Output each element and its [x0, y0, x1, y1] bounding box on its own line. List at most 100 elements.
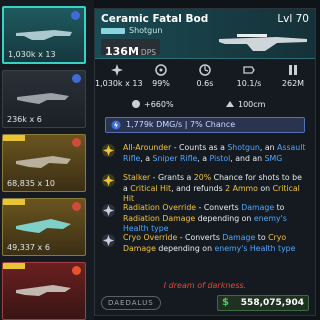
perk-text: All-Arounder - Counts as a Shotgun, an A… [123, 143, 309, 164]
weapon-header: Ceramic Fatal Bod Lvl 70 Shotgun 136M DPS [95, 9, 315, 59]
weapon-preview-icon [219, 34, 307, 51]
element-icon [72, 74, 81, 83]
stat-value: 1,030k x 13 [95, 79, 143, 88]
stat-firerate: 10.1/s [227, 63, 271, 88]
damage-icon [111, 64, 123, 76]
weapon-level: Lvl 70 [277, 13, 309, 25]
element-damage-text: 1,779k DMG/s | 7% Chance [126, 120, 236, 129]
weapon-card[interactable]: 236k x 6 [2, 70, 86, 128]
dps-unit: DPS [140, 48, 156, 57]
perk-text-segment: - Converts [196, 203, 242, 212]
weapon-stats: 1,030k x 13 99% 0.6s 10.1/s 262M [95, 63, 315, 103]
modifier-value: +660% [144, 100, 174, 109]
stat-damage: 1,030k x 13 [95, 63, 143, 88]
perk-text-segment: Critical Hit [130, 183, 172, 193]
perk-text-segment: 20% [193, 173, 212, 182]
perk-text-segment: Damage [241, 203, 275, 212]
perk-text-segment: to [274, 203, 285, 212]
lightning-icon [111, 120, 121, 130]
firerate-icon [243, 66, 255, 74]
radiation-override-icon [102, 204, 115, 217]
element-damage-bar: 1,779k DMG/s | 7% Chance [105, 117, 305, 133]
all-arounder-icon [102, 144, 115, 157]
perk-text-segment: - Converts [177, 233, 223, 242]
perk-text-segment: , and an [230, 153, 265, 163]
perk-text-segment: enemy's Health type [214, 243, 296, 253]
element-icon [71, 11, 80, 20]
weapon-card[interactable]: 49,337 x 6 [2, 198, 86, 256]
card-stat: 49,337 x 6 [7, 243, 50, 252]
perk-text-segment: Pistol [209, 153, 231, 163]
perk-text-segment: , an [259, 143, 278, 152]
weapon-thumbnail-icon [16, 285, 71, 296]
perk-text-segment: Sniper Rifle [152, 153, 198, 163]
card-stat: 68,835 x 10 [7, 179, 55, 188]
magazine-icon [289, 65, 297, 75]
perk-title: All-Arounder [123, 143, 172, 152]
stat-magazine: 262M [271, 63, 315, 88]
perk-text-segment: depending on [195, 213, 254, 223]
stat-value: 262M [281, 79, 305, 88]
stat-value: 99% [152, 79, 170, 88]
stat-accuracy: 99% [139, 63, 183, 88]
perk-text-segment: depending on [155, 243, 215, 253]
stalker-icon [102, 174, 115, 187]
perk-title: Radiation Override [123, 203, 197, 212]
cryo-override-icon [102, 234, 115, 247]
card-stat: 1,030k x 13 [8, 50, 56, 59]
stat-value: 10.1/s [236, 79, 262, 88]
weapon-type: Shotgun [129, 26, 163, 35]
flavor-text: I dream of darkness. [163, 281, 247, 290]
manufacturer-logo: DAEDALUS [101, 296, 161, 310]
weapon-thumbnail-icon [17, 93, 69, 104]
rarity-ribbon [3, 263, 25, 269]
card-stat: 236k x 6 [7, 115, 42, 124]
perk-text-segment: on [257, 183, 273, 193]
perk-text-segment: 2 Ammo [225, 183, 258, 193]
weapon-thumbnail-icon [16, 219, 71, 233]
dps-value: 136M [105, 45, 139, 58]
price-value: 558,075,904 [240, 298, 304, 308]
weapon-card[interactable] [2, 262, 86, 320]
reload-icon [199, 64, 211, 76]
price-box[interactable]: $ 558,075,904 [217, 295, 309, 311]
rarity-ribbon [3, 199, 25, 205]
element-icon [72, 266, 81, 275]
weapon-detail-panel: Ceramic Fatal Bod Lvl 70 Shotgun 136M DPS… [94, 8, 316, 316]
perk-text-segment: - Grants a [150, 173, 194, 182]
dps-badge: 136M DPS [101, 39, 160, 58]
perk-text-segment: , a [197, 153, 210, 163]
perk-title: Cryo Override [123, 233, 178, 242]
weapon-name: Ceramic Fatal Bod [101, 13, 209, 25]
perk-text: Stalker - Grants a 20% Chance for shots … [123, 173, 309, 205]
currency-icon: $ [222, 297, 229, 308]
weapon-thumbnail-icon [16, 156, 71, 168]
perk-text-segment: Radiation Damage [123, 213, 196, 223]
perk-text-segment: , and refunds [171, 183, 226, 193]
accuracy-icon [155, 64, 167, 76]
modifier-value: 100cm [238, 100, 266, 109]
perk-text-segment: Damage [222, 233, 256, 242]
panel-footer: DAEDALUS $ 558,075,904 [95, 293, 315, 315]
weapon-modifiers: +660% 100cm [95, 99, 315, 115]
crit-icon [132, 100, 140, 108]
weapon-card[interactable]: 68,835 x 10 [2, 134, 86, 192]
weapon-thumbnail-icon [16, 30, 72, 40]
perk-text-segment: to [255, 233, 269, 242]
stat-reload: 0.6s [183, 63, 227, 88]
inventory-list: 1,030k x 13 236k x 6 68,835 x 10 49,337 … [0, 0, 94, 320]
perk-text: Cryo Override - Converts Damage to Cryo … [123, 233, 309, 254]
perk-description: - Grants a 20% Chance for shots to be a … [123, 173, 302, 203]
perk-text-segment: Shotgun [227, 143, 260, 152]
shotgun-type-icon [101, 28, 125, 34]
rarity-ribbon [3, 135, 25, 141]
perk-text: Radiation Override - Converts Damage to … [123, 203, 309, 235]
range-icon [226, 101, 234, 107]
perk-text-segment: , a [140, 153, 153, 163]
weapon-card-selected[interactable]: 1,030k x 13 [2, 6, 86, 64]
element-icon [72, 202, 81, 211]
stat-value: 0.6s [196, 79, 214, 88]
element-icon [72, 138, 81, 147]
perk-title: Stalker [123, 173, 151, 182]
perk-text-segment: - Counts as a [171, 143, 228, 152]
